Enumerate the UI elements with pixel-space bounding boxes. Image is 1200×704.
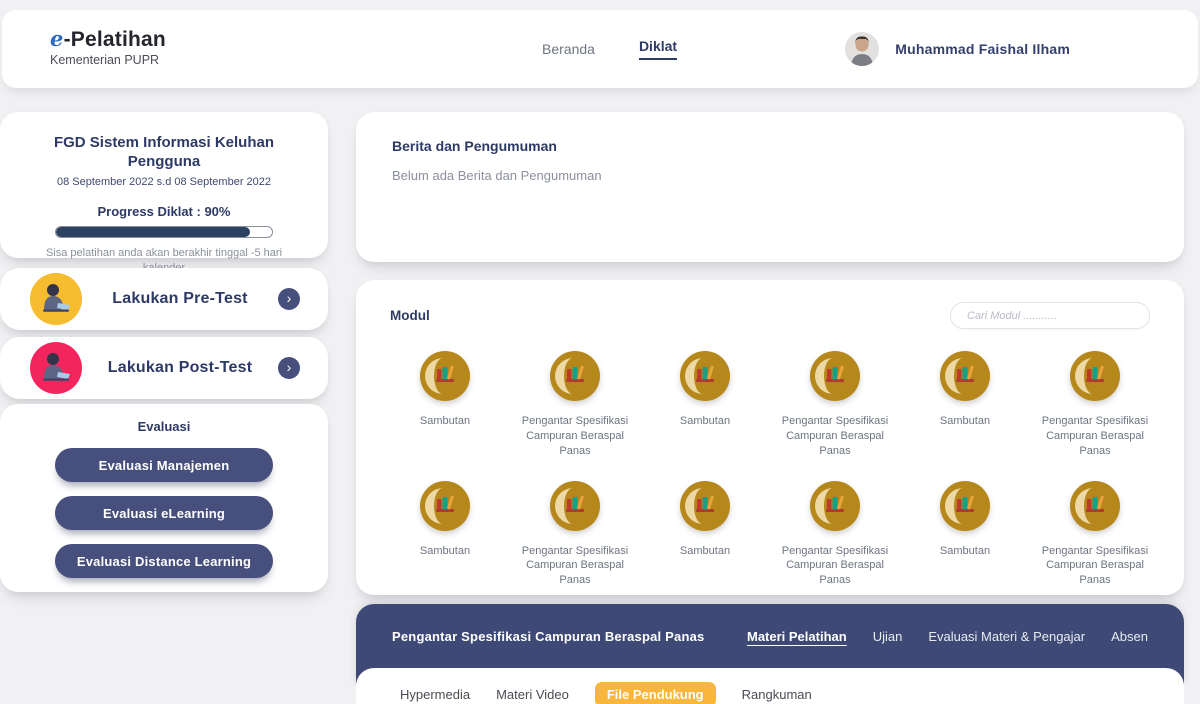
evaluasi-manajemen-button[interactable]: Evaluasi Manajemen — [55, 448, 273, 482]
brand-title: e-Pelatihan — [50, 26, 166, 52]
module-item[interactable]: Sambutan — [900, 351, 1030, 459]
module-item[interactable]: Sambutan — [380, 351, 510, 459]
selected-module-title: Pengantar Spesifikasi Campuran Beraspal … — [392, 629, 704, 644]
active-course-card: FGD Sistem Informasi Keluhan Pengguna 08… — [0, 112, 328, 258]
module-item[interactable]: Sambutan — [380, 481, 510, 589]
modules-title: Modul — [390, 308, 430, 323]
books-shelf-icon — [420, 481, 470, 531]
news-empty-message: Belum ada Berita dan Pengumuman — [392, 168, 1148, 183]
tab-materi-video[interactable]: Materi Video — [496, 687, 569, 702]
modules-card: Modul Sambutan Pengantar Spesifikasi Cam… — [356, 280, 1184, 595]
module-label: Sambutan — [940, 414, 990, 429]
app-header: e-Pelatihan Kementerian PUPR Beranda Dik… — [2, 10, 1198, 88]
brand-subtitle: Kementerian PUPR — [50, 53, 166, 67]
books-shelf-icon — [550, 351, 600, 401]
module-label: Sambutan — [680, 544, 730, 559]
module-label: Pengantar Spesifikasi Campuran Beraspal … — [510, 544, 640, 589]
module-item[interactable]: Pengantar Spesifikasi Campuran Beraspal … — [510, 351, 640, 459]
module-label: Sambutan — [420, 544, 470, 559]
module-item[interactable]: Pengantar Spesifikasi Campuran Beraspal … — [510, 481, 640, 589]
person-laptop-icon — [30, 342, 82, 394]
menu-ujian[interactable]: Ujian — [873, 629, 903, 644]
modules-grid: Sambutan Pengantar Spesifikasi Campuran … — [380, 351, 1160, 588]
evaluasi-elearning-button[interactable]: Evaluasi eLearning — [55, 496, 273, 530]
tab-rangkuman[interactable]: Rangkuman — [742, 687, 812, 702]
course-date-range: 08 September 2022 s.d 08 September 2022 — [26, 176, 302, 188]
user-menu[interactable]: Muhammad Faishal Ilham — [845, 10, 1070, 88]
pretest-label: Lakukan Pre-Test — [82, 290, 278, 308]
menu-absen[interactable]: Absen — [1111, 629, 1148, 644]
evaluasi-distance-learning-button[interactable]: Evaluasi Distance Learning — [55, 544, 273, 578]
evaluation-card: Evaluasi Evaluasi Manajemen Evaluasi eLe… — [0, 404, 328, 592]
module-item[interactable]: Pengantar Spesifikasi Campuran Beraspal … — [770, 481, 900, 589]
menu-materi-pelatihan[interactable]: Materi Pelatihan — [747, 629, 847, 644]
news-card: Berita dan Pengumuman Belum ada Berita d… — [356, 112, 1184, 262]
progress-label: Progress Diklat : 90% — [26, 204, 302, 219]
books-shelf-icon — [550, 481, 600, 531]
module-label: Sambutan — [420, 414, 470, 429]
books-shelf-icon — [680, 481, 730, 531]
books-shelf-icon — [420, 351, 470, 401]
module-label: Sambutan — [680, 414, 730, 429]
module-label: Pengantar Spesifikasi Campuran Beraspal … — [1030, 544, 1160, 589]
course-title: FGD Sistem Informasi Keluhan Pengguna — [26, 134, 302, 172]
brand-name: -Pelatihan — [64, 28, 166, 51]
books-shelf-icon — [940, 481, 990, 531]
app-logo[interactable]: e-Pelatihan Kementerian PUPR — [50, 26, 166, 67]
posttest-card[interactable]: Lakukan Post-Test › — [0, 337, 328, 399]
module-item[interactable]: Pengantar Spesifikasi Campuran Beraspal … — [770, 351, 900, 459]
books-shelf-icon — [1070, 351, 1120, 401]
user-name: Muhammad Faishal Ilham — [895, 41, 1070, 57]
progress-bar — [55, 226, 273, 238]
books-shelf-icon — [940, 351, 990, 401]
material-tabs: Hypermedia Materi Video File Pendukung R… — [356, 668, 1184, 704]
books-shelf-icon — [1070, 481, 1120, 531]
posttest-label: Lakukan Post-Test — [82, 359, 278, 377]
tab-file-pendukung[interactable]: File Pendukung — [595, 682, 716, 704]
material-content-panel: Hypermedia Materi Video File Pendukung R… — [356, 668, 1184, 704]
module-label: Pengantar Spesifikasi Campuran Beraspal … — [770, 544, 900, 589]
books-shelf-icon — [810, 481, 860, 531]
module-item[interactable]: Sambutan — [640, 481, 770, 589]
evaluation-title: Evaluasi — [0, 419, 328, 434]
nav-beranda[interactable]: Beranda — [542, 41, 595, 57]
tab-hypermedia[interactable]: Hypermedia — [400, 687, 470, 702]
nav-diklat[interactable]: Diklat — [639, 38, 677, 60]
books-shelf-icon — [680, 351, 730, 401]
chevron-right-icon[interactable]: › — [278, 357, 300, 379]
chevron-right-icon[interactable]: › — [278, 288, 300, 310]
person-laptop-icon — [30, 273, 82, 325]
module-label: Pengantar Spesifikasi Campuran Beraspal … — [1030, 414, 1160, 459]
module-search-input[interactable] — [950, 302, 1150, 329]
module-menu: Materi Pelatihan Ujian Evaluasi Materi &… — [747, 629, 1148, 644]
module-item[interactable]: Pengantar Spesifikasi Campuran Beraspal … — [1030, 351, 1160, 459]
main-nav: Beranda Diklat — [542, 10, 677, 88]
module-label: Sambutan — [940, 544, 990, 559]
module-item[interactable]: Sambutan — [900, 481, 1030, 589]
e-pelatihan-dashboard: e-Pelatihan Kementerian PUPR Beranda Dik… — [0, 0, 1200, 704]
module-item[interactable]: Sambutan — [640, 351, 770, 459]
progress-fill — [56, 227, 250, 237]
e-logo-icon: e — [50, 26, 64, 51]
module-label: Pengantar Spesifikasi Campuran Beraspal … — [510, 414, 640, 459]
user-avatar — [845, 32, 879, 66]
pretest-card[interactable]: Lakukan Pre-Test › — [0, 268, 328, 330]
books-shelf-icon — [810, 351, 860, 401]
news-title: Berita dan Pengumuman — [392, 138, 1148, 154]
module-label: Pengantar Spesifikasi Campuran Beraspal … — [770, 414, 900, 459]
module-item[interactable]: Pengantar Spesifikasi Campuran Beraspal … — [1030, 481, 1160, 589]
menu-evaluasi-materi-pengajar[interactable]: Evaluasi Materi & Pengajar — [928, 629, 1085, 644]
